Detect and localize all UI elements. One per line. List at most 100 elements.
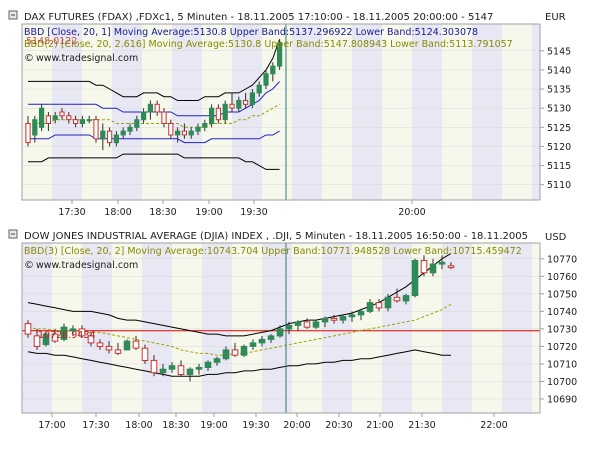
y-tick-label: 5115 (547, 161, 571, 172)
candle (168, 123, 174, 136)
candle (132, 340, 140, 349)
candle (263, 73, 269, 86)
djia-watermark-text: www.tradesignal.com (36, 260, 138, 271)
candle (236, 100, 242, 109)
candle (330, 317, 338, 321)
djia-panel[interactable]: 10690 10700 10710 10720 10730 10740 10750 10760… (8, 229, 577, 431)
copyright-icon: © (24, 53, 34, 64)
djia-legend-bbd3: BBD(3) [Close, 20, 2] Moving Average:107… (24, 246, 522, 257)
candle (161, 111, 167, 124)
time-stripe (52, 24, 82, 200)
collapse-square-icon[interactable] (8, 229, 18, 239)
djia-price-line-label: 10728.9434 (38, 330, 95, 341)
candle (154, 103, 160, 113)
candle (204, 361, 212, 369)
x-tick-label: 18:00 (104, 207, 131, 218)
candle (181, 130, 188, 136)
time-stripe (172, 24, 202, 200)
x-tick-label: 19:00 (200, 420, 227, 431)
candle (113, 134, 120, 144)
candle (127, 126, 133, 132)
candle (258, 338, 266, 344)
candle (357, 310, 365, 316)
candle (120, 130, 126, 136)
candle (447, 265, 455, 269)
dax-y-axis: 5110 5115 5120 5125 5130 5135 5140 5145 (540, 46, 571, 191)
y-tick-label: 5110 (547, 180, 571, 191)
candle (24, 323, 32, 335)
y-tick-label: 10690 (547, 394, 577, 405)
candle (59, 111, 65, 117)
candle (213, 358, 221, 363)
candle (186, 368, 194, 376)
candle (366, 302, 374, 312)
candle (93, 119, 99, 140)
candle (384, 296, 392, 309)
x-tick-label: 17:30 (58, 207, 85, 218)
candle (96, 342, 104, 347)
djia-watermark: © www.tradesignal.com (24, 260, 138, 271)
dax-watermark: © www.tradesignal.com (24, 53, 138, 64)
candle (141, 111, 147, 121)
candle (249, 342, 257, 347)
djia-currency-label: USD (545, 232, 567, 243)
dax-x-axis: 17:30 18:00 18:30 19:00 19:30 20:00 (58, 200, 426, 218)
candle (107, 130, 113, 144)
time-stripe (382, 243, 412, 413)
candle (100, 130, 106, 140)
x-tick-label: 17:00 (38, 420, 65, 431)
candle (195, 366, 203, 370)
candle (402, 295, 410, 302)
x-tick-label: 18:00 (125, 420, 152, 431)
x-tick-label: 22:00 (480, 420, 507, 431)
time-stripe (202, 243, 232, 413)
candle (321, 317, 329, 323)
candle (86, 119, 92, 122)
time-stripe (502, 243, 532, 413)
candle (123, 340, 131, 351)
candle (52, 115, 58, 121)
y-tick-label: 10700 (547, 377, 577, 388)
candle (294, 321, 302, 326)
candle (222, 103, 228, 121)
djia-chart-title: DOW JONES INDUSTRIAL AVERAGE (DJIA) INDE… (24, 231, 528, 242)
candle (45, 115, 51, 125)
dax-panel[interactable]: 5110 5115 5120 5125 5130 5135 5140 5145 17:30 18… (8, 10, 571, 218)
time-stripe (472, 24, 502, 200)
time-stripe (352, 24, 382, 200)
y-tick-label: 10720 (547, 342, 577, 353)
candle (267, 335, 275, 340)
candle (222, 349, 230, 360)
y-tick-label: 10750 (547, 289, 577, 300)
candle (312, 321, 320, 328)
candle (209, 107, 215, 124)
candle (231, 349, 239, 356)
candle (276, 328, 284, 337)
x-tick-label: 19:00 (195, 207, 222, 218)
chart-window: 5110 5115 5120 5125 5130 5135 5140 5145 17:30 18… (0, 0, 600, 450)
dax-currency-label: EUR (545, 12, 566, 23)
candle (243, 100, 249, 105)
candle (105, 345, 113, 351)
y-tick-label: 5135 (547, 85, 571, 96)
x-tick-label: 20:30 (325, 420, 352, 431)
candle (249, 92, 256, 105)
dax-overlay-value: 5148.0122 (26, 36, 77, 47)
candle (195, 126, 201, 132)
candle (159, 368, 167, 374)
y-tick-label: 10710 (547, 359, 577, 370)
dax-watermark-text: www.tradesignal.com (36, 53, 138, 64)
candle (150, 359, 158, 374)
candle (438, 261, 446, 265)
candle (375, 302, 383, 309)
candle (114, 349, 122, 354)
x-tick-label: 20:00 (398, 207, 425, 218)
y-tick-label: 10760 (547, 272, 577, 283)
time-stripe (322, 243, 352, 413)
y-tick-label: 10740 (547, 307, 577, 318)
candle (147, 103, 154, 113)
candle (141, 347, 149, 362)
x-tick-label: 19:30 (240, 207, 267, 218)
y-tick-label: 5140 (547, 65, 571, 76)
collapse-square-icon[interactable] (8, 10, 18, 20)
